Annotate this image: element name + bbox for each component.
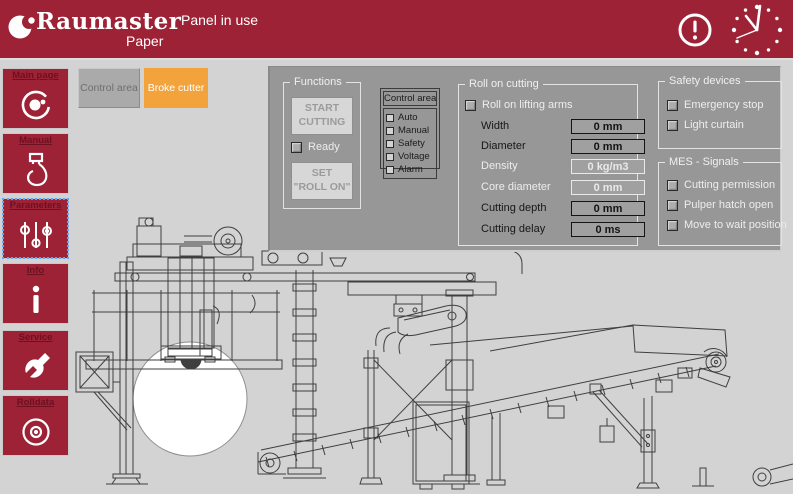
control-area-status-box: Control area Auto Manual Safety Voltage … bbox=[380, 88, 440, 179]
brand-name: Raumaster bbox=[36, 8, 182, 35]
density-row: Density 0 kg/m3 bbox=[459, 159, 645, 174]
roll-on-cutting-group: Roll on cutting Roll on lifting arms Wid… bbox=[458, 78, 645, 246]
density-field: 0 kg/m3 bbox=[571, 159, 645, 174]
safety-devices-group: Safety devices Emergency stop Light curt… bbox=[658, 75, 782, 149]
light-curtain-row: Light curtain bbox=[667, 119, 744, 131]
control-area-button[interactable]: Control area bbox=[78, 68, 140, 108]
sidebar-item-label: Parameters bbox=[9, 200, 62, 211]
emergency-stop-checkbox[interactable] bbox=[667, 99, 678, 111]
status-item-auto: Auto bbox=[386, 112, 434, 123]
brand-sub: Paper bbox=[126, 33, 164, 49]
emergency-stop-row: Emergency stop bbox=[667, 99, 763, 111]
header-divider bbox=[0, 58, 793, 60]
sidebar-item-label: Rolldata bbox=[16, 397, 55, 408]
manual-checkbox[interactable] bbox=[386, 126, 394, 135]
cutting-permission-checkbox[interactable] bbox=[667, 179, 678, 191]
group-title: Safety devices bbox=[665, 75, 745, 87]
control-area-status-list: Auto Manual Safety Voltage Alarm bbox=[383, 108, 437, 179]
parameters-panel: Functions START CUTTING Ready SET "ROLL … bbox=[268, 66, 787, 252]
cutting-permission-row: Cutting permission bbox=[667, 179, 775, 191]
sidebar-item-rolldata[interactable]: Rolldata bbox=[2, 395, 69, 456]
wrench-icon bbox=[16, 343, 56, 390]
mes-signals-group: MES - Signals Cutting permission Pulper … bbox=[658, 156, 787, 246]
control-area-status-title: Control area bbox=[383, 91, 437, 106]
alarm-checkbox[interactable] bbox=[386, 165, 394, 174]
core-diameter-field: 0 mm bbox=[571, 180, 645, 195]
checkbox-label: Ready bbox=[308, 141, 340, 153]
checkbox-label: Roll on lifting arms bbox=[482, 99, 573, 111]
sidebar-item-manual[interactable]: Manual bbox=[2, 133, 69, 194]
diameter-row: Diameter 0 mm bbox=[459, 139, 645, 154]
status-item-manual: Manual bbox=[386, 125, 434, 136]
roll-end-icon bbox=[16, 408, 56, 455]
sidebar-item-service[interactable]: Service bbox=[2, 330, 69, 391]
ready-checkbox-row: Ready bbox=[291, 141, 340, 153]
sidebar-item-parameters[interactable]: Parameters bbox=[2, 198, 69, 259]
pulper-hatch-open-checkbox[interactable] bbox=[667, 199, 678, 211]
ready-checkbox[interactable] bbox=[291, 141, 302, 153]
move-to-wait-position-row: Move to wait position bbox=[667, 219, 787, 231]
pendant-control-icon bbox=[16, 146, 56, 193]
sidebar-item-label: Info bbox=[26, 265, 45, 276]
group-title: Roll on cutting bbox=[465, 78, 543, 90]
sidebar-item-label: Service bbox=[18, 332, 53, 343]
info-icon bbox=[16, 276, 56, 323]
paper-roll bbox=[132, 341, 248, 457]
cutting-depth-row: Cutting depth 0 mm bbox=[459, 201, 645, 216]
roll-on-lifting-arms-row: Roll on lifting arms bbox=[465, 99, 572, 111]
width-field[interactable]: 0 mm bbox=[571, 119, 645, 134]
logo-roll-icon bbox=[16, 81, 56, 128]
sliders-icon bbox=[16, 211, 56, 258]
clock-icon bbox=[731, 4, 783, 56]
set-roll-on-button[interactable]: SET "ROLL ON" bbox=[291, 162, 353, 200]
group-title: Functions bbox=[290, 76, 346, 88]
sidebar-item-label: Manual bbox=[19, 135, 52, 146]
voltage-checkbox[interactable] bbox=[386, 152, 394, 161]
start-cutting-button[interactable]: START CUTTING bbox=[291, 97, 353, 135]
status-item-safety: Safety bbox=[386, 138, 434, 149]
panel-status-text: Panel in use bbox=[181, 12, 259, 28]
status-item-voltage: Voltage bbox=[386, 151, 434, 162]
safety-checkbox[interactable] bbox=[386, 139, 394, 148]
diameter-field[interactable]: 0 mm bbox=[571, 139, 645, 154]
alarm-warning-icon[interactable] bbox=[677, 12, 713, 48]
cutting-delay-row: Cutting delay 0 ms bbox=[459, 222, 645, 237]
pulper-hatch-open-row: Pulper hatch open bbox=[667, 199, 773, 211]
sidebar-item-info[interactable]: Info bbox=[2, 263, 69, 324]
move-to-wait-position-checkbox[interactable] bbox=[667, 219, 678, 231]
width-row: Width 0 mm bbox=[459, 119, 645, 134]
broke-cutter-button[interactable]: Broke cutter bbox=[144, 68, 208, 108]
cutting-delay-field[interactable]: 0 ms bbox=[571, 222, 645, 237]
raumaster-logo-icon bbox=[8, 15, 36, 39]
sidebar-item-label: Main page bbox=[12, 70, 59, 81]
app-header: Raumaster Paper Panel in use bbox=[0, 0, 793, 58]
group-title: MES - Signals bbox=[665, 156, 743, 168]
core-diameter-row: Core diameter 0 mm bbox=[459, 180, 645, 195]
cutting-depth-field[interactable]: 0 mm bbox=[571, 201, 645, 216]
functions-group: Functions START CUTTING Ready SET "ROLL … bbox=[283, 76, 361, 209]
light-curtain-checkbox[interactable] bbox=[667, 119, 678, 131]
status-item-alarm: Alarm bbox=[386, 164, 434, 175]
sidebar-item-main-page[interactable]: Main page bbox=[2, 68, 69, 129]
roll-on-lifting-arms-checkbox[interactable] bbox=[465, 99, 476, 111]
auto-checkbox[interactable] bbox=[386, 113, 394, 122]
